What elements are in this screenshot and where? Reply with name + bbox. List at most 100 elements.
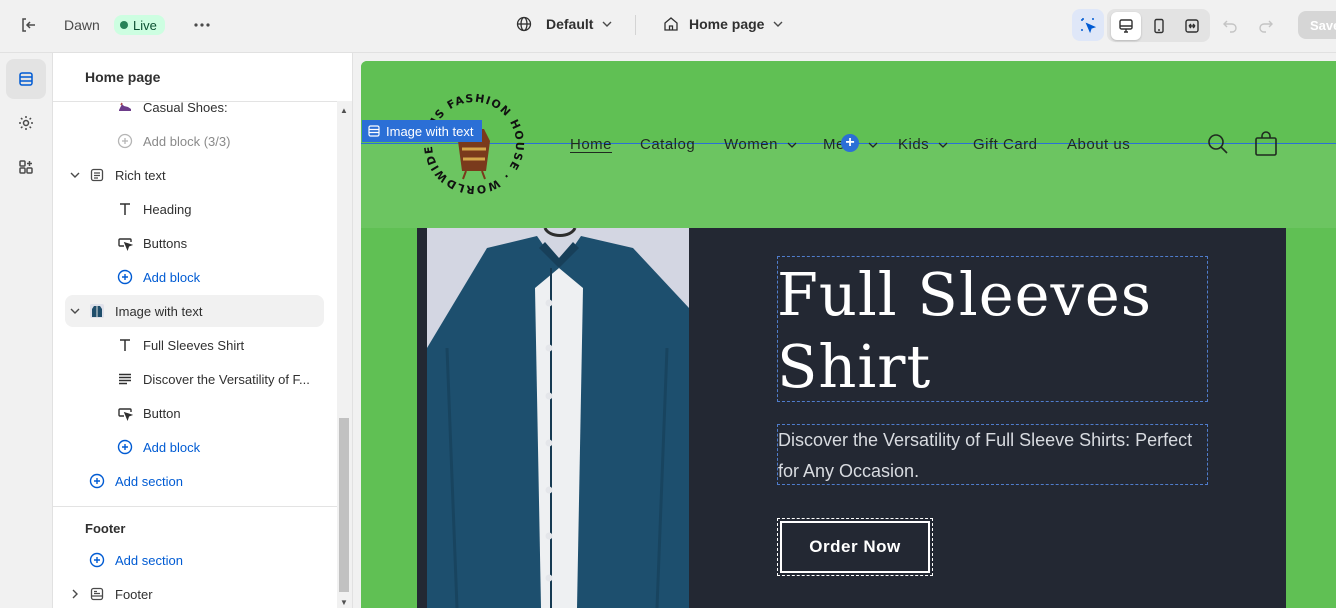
fullscreen-view-button[interactable] <box>1177 12 1207 40</box>
template-dropdown-label: Default <box>546 16 594 32</box>
chevron-down-icon <box>938 142 948 148</box>
page-dropdown-label: Home page <box>689 16 765 32</box>
theme-settings-nav-button[interactable] <box>6 103 46 143</box>
exit-icon[interactable] <box>14 11 42 39</box>
home-icon <box>664 17 678 31</box>
template-dropdown[interactable]: Default <box>516 16 613 32</box>
inspector-toggle[interactable] <box>1072 9 1104 41</box>
select-cursor-icon <box>1081 18 1097 34</box>
add-block-label: Add block <box>143 269 201 285</box>
live-dot-icon <box>120 21 128 29</box>
sidebar-group-divider <box>53 506 337 507</box>
section-heading[interactable]: Full Sleeves Shirt <box>777 259 1207 403</box>
block-label: Full Sleeves Shirt <box>143 337 245 353</box>
apps-nav-button[interactable] <box>6 147 46 187</box>
section-icon <box>368 125 380 137</box>
nav-about[interactable]: About us <box>1067 136 1130 153</box>
add-block-button[interactable]: Add block <box>115 432 200 462</box>
cart-icon[interactable] <box>1254 131 1278 162</box>
store-logo[interactable]: EMS FASHION HOUSE · WORLDWIDE <box>419 89 529 199</box>
full-width-icon <box>1185 19 1199 33</box>
footer-layout-icon <box>87 584 107 604</box>
block-buttons[interactable]: Buttons <box>115 228 187 258</box>
block-heading[interactable]: Heading <box>115 194 191 224</box>
chevron-down-icon[interactable] <box>67 303 83 319</box>
redo-icon[interactable] <box>1252 11 1280 39</box>
add-block-disabled[interactable]: Add block (3/3) <box>115 126 230 156</box>
editor-topbar: Dawn Live Default Home page Save <box>0 0 1336 53</box>
section-label: Image with text <box>115 303 203 319</box>
desktop-view-button[interactable] <box>1111 12 1141 40</box>
plus-circle-icon <box>87 550 107 570</box>
chevron-down-icon <box>602 21 612 27</box>
block-label: Button <box>143 405 181 421</box>
desktop-icon <box>1119 19 1133 33</box>
sidebar-title: Home page <box>85 69 161 85</box>
section-text[interactable]: Discover the Versatility of Full Sleeve … <box>778 425 1198 487</box>
add-block-button[interactable]: Add block <box>115 262 200 292</box>
plus-circle-icon <box>87 471 107 491</box>
section-footer[interactable]: Footer <box>87 579 153 608</box>
block-full-sleeves-heading[interactable]: Full Sleeves Shirt <box>115 330 244 360</box>
left-rail <box>0 53 53 608</box>
plus-circle-icon <box>115 131 135 151</box>
jacket-thumbnail-icon <box>87 301 107 321</box>
chevron-right-icon[interactable] <box>67 586 83 602</box>
chevron-down-icon[interactable] <box>67 167 83 183</box>
paragraph-icon <box>115 369 135 389</box>
block-button[interactable]: Button <box>115 398 181 428</box>
chevron-down-icon <box>787 142 797 148</box>
sections-sidebar: Home page Casual Shoes: Add block (3/3) … <box>53 53 353 608</box>
add-section-plus-icon[interactable]: + <box>841 134 859 152</box>
globe-icon <box>516 16 532 32</box>
mobile-icon <box>1154 18 1164 34</box>
undo-icon[interactable] <box>1216 11 1244 39</box>
live-badge: Live <box>114 15 165 35</box>
nav-catalog[interactable]: Catalog <box>640 136 695 153</box>
save-button[interactable]: Save <box>1298 11 1336 39</box>
chevron-down-icon <box>773 21 783 27</box>
add-block-label: Add block <box>143 439 201 455</box>
sections-nav-button[interactable] <box>6 59 46 99</box>
selected-section-name: Image with text <box>386 123 474 139</box>
nav-gift-card[interactable]: Gift Card <box>973 136 1038 153</box>
add-section-label: Add section <box>115 552 183 568</box>
section-label: Footer <box>115 586 153 602</box>
nav-kids[interactable]: Kids <box>898 136 949 153</box>
mobile-view-button[interactable] <box>1144 12 1174 40</box>
more-actions-icon[interactable] <box>188 11 216 39</box>
section-rich-text[interactable]: Rich text <box>87 160 166 190</box>
plus-circle-icon <box>115 267 135 287</box>
page-dropdown[interactable]: Home page <box>663 16 784 32</box>
button-cursor-icon <box>115 233 135 253</box>
search-icon[interactable] <box>1206 132 1230 161</box>
text-t-icon <box>115 199 135 219</box>
plus-circle-icon <box>115 437 135 457</box>
rich-text-icon <box>87 165 107 185</box>
nav-home[interactable]: Home <box>570 136 612 153</box>
block-discover-text[interactable]: Discover the Versatility of F... <box>115 364 310 394</box>
section-image-with-text[interactable]: Image with text <box>87 296 202 326</box>
add-block-label: Add block (3/3) <box>143 133 231 149</box>
nav-label: Kids <box>898 136 930 153</box>
add-section-button[interactable]: Add section <box>87 466 183 496</box>
add-section-label: Add section <box>115 473 183 489</box>
block-label: Casual Shoes: <box>143 99 228 115</box>
order-now-button[interactable]: Order Now <box>780 521 930 573</box>
scroll-down-icon[interactable]: ▼ <box>340 598 348 607</box>
block-label: Buttons <box>143 235 188 251</box>
product-image <box>427 228 689 608</box>
sidebar-scroll-thumb[interactable] <box>339 418 349 592</box>
shoe-icon <box>115 97 135 117</box>
selected-section-label: Image with text <box>362 120 483 142</box>
live-label: Live <box>133 17 157 33</box>
nav-women[interactable]: Women <box>724 136 798 153</box>
scroll-up-icon[interactable]: ▲ <box>340 106 348 115</box>
sections-icon <box>19 72 33 86</box>
gear-icon <box>19 116 33 130</box>
block-casual-shoes[interactable]: Casual Shoes: <box>115 92 228 122</box>
block-label: Discover the Versatility of F... <box>143 371 310 387</box>
storefront-preview: EMS FASHION HOUSE · WORLDWIDE Image with… <box>361 61 1336 608</box>
button-cursor-icon <box>115 403 135 423</box>
add-section-button[interactable]: Add section <box>87 545 183 575</box>
